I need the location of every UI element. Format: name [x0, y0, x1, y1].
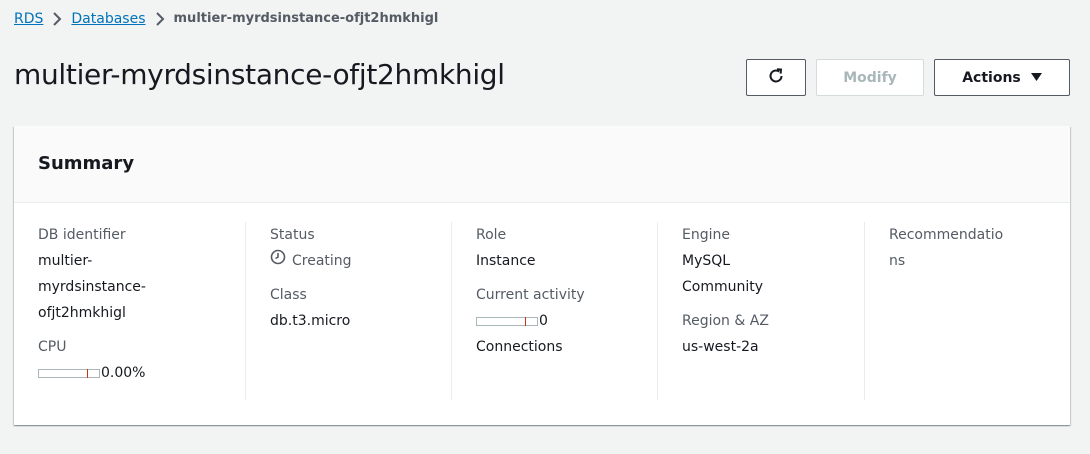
- refresh-icon: [767, 67, 785, 89]
- summary-col-recommendations: Recommendatio ns: [864, 222, 1070, 400]
- db-identifier-label: DB identifier: [38, 227, 126, 243]
- summary-panel: Summary DB identifier multier- myrdsinst…: [14, 126, 1070, 425]
- cpu-bar: [38, 368, 100, 378]
- breadcrumb-link-databases[interactable]: Databases: [71, 9, 145, 29]
- page-title: multier-myrdsinstance-ofjt2hmkhigl: [14, 58, 505, 91]
- summary-col-identifier: DB identifier multier- myrdsinstance- of…: [38, 222, 243, 400]
- engine-label: Engine: [682, 227, 730, 243]
- cpu-label: CPU: [38, 339, 67, 355]
- modify-label: Modify: [843, 69, 897, 86]
- status-label: Status: [270, 227, 315, 243]
- cpu-value: 0.00%: [101, 365, 146, 381]
- recommendations-label-line-1: Recommendatio: [889, 227, 1004, 243]
- summary-col-role: Role Instance Current activity 0 Connect…: [451, 222, 656, 400]
- connections-bar: [476, 316, 538, 326]
- status-value: Creating: [292, 253, 352, 269]
- chevron-right-icon: [146, 9, 174, 29]
- cpu-meter: 0.00%: [38, 360, 243, 386]
- connections-bar-tick: [525, 316, 526, 326]
- region-value: us-west-2a: [682, 339, 759, 355]
- region-label: Region & AZ: [682, 313, 769, 329]
- actions-dropdown-button[interactable]: Actions: [934, 59, 1070, 96]
- class-label: Class: [270, 287, 307, 303]
- recommendations-label-line-2: ns: [889, 253, 906, 269]
- summary-title: Summary: [38, 153, 135, 174]
- breadcrumb-link-rds[interactable]: RDS: [14, 9, 43, 29]
- actions-label: Actions: [962, 69, 1021, 86]
- role-value: Instance: [476, 253, 536, 269]
- connections-meter: 0: [476, 308, 656, 334]
- modify-button[interactable]: Modify: [816, 59, 924, 96]
- summary-col-status: Status Creating Class db.t3.micro: [245, 222, 450, 400]
- summary-header: Summary: [14, 126, 1070, 203]
- cpu-bar-tick: [87, 368, 88, 378]
- engine-value-line-2: Community: [682, 279, 764, 295]
- breadcrumb-current: multier-myrdsinstance-ofjt2hmkhigl: [173, 11, 439, 26]
- chevron-right-icon: [43, 9, 71, 29]
- status-value-row: Creating: [270, 248, 450, 274]
- db-identifier-line-1: multier-: [38, 253, 93, 269]
- db-identifier-line-3: ofjt2hmkhigl: [38, 305, 126, 321]
- refresh-button[interactable]: [746, 59, 806, 96]
- summary-col-engine: Engine MySQL Community Region & AZ us-we…: [657, 222, 863, 400]
- role-label: Role: [476, 227, 507, 243]
- clock-icon: [270, 248, 292, 274]
- class-value: db.t3.micro: [270, 313, 351, 329]
- db-identifier-line-2: myrdsinstance-: [38, 279, 146, 295]
- connections-value: 0: [539, 313, 548, 329]
- engine-value-line-1: MySQL: [682, 253, 731, 269]
- summary-columns: DB identifier multier- myrdsinstance- of…: [14, 222, 1070, 402]
- breadcrumb: RDS Databases multier-myrdsinstance-ofjt…: [14, 9, 438, 29]
- caret-down-icon: [1030, 71, 1042, 85]
- current-activity-label: Current activity: [476, 287, 585, 303]
- connections-unit: Connections: [476, 339, 563, 355]
